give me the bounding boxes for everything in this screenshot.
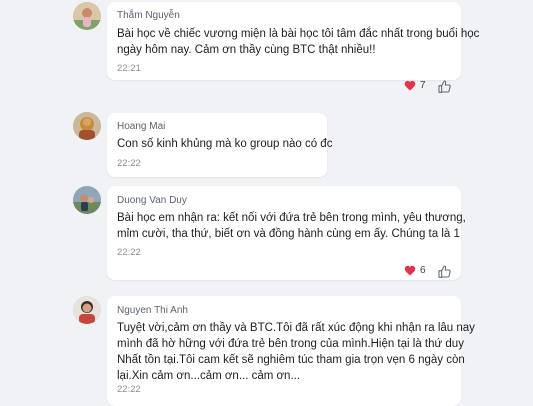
- avatar[interactable]: [73, 296, 101, 324]
- comment-text-line: Tuyệt vời,cảm ơn thầy và BTC.Tôi đã rất …: [117, 322, 475, 334]
- comment-text: Bài học về chiếc vương miện là bài học t…: [117, 26, 479, 58]
- comment-timestamp: 22:22: [117, 384, 141, 395]
- comment-text-line: Bài học về chiếc vương miện là bài học t…: [117, 28, 480, 40]
- heart-icon: [404, 265, 416, 276]
- comment-bubble: Nguyen Thi Anh Tuyệt vời,cảm ơn thầy và …: [107, 296, 475, 406]
- comment-author[interactable]: Duong Van Duy: [117, 195, 187, 206]
- comment-text-line: mình đã hờ hững với đứa trẻ bên trong củ…: [117, 338, 464, 350]
- comment-text-line: lại.Xin cảm ơn...cảm ơn... cảm ơn...: [117, 370, 301, 382]
- avatar[interactable]: [73, 186, 101, 214]
- comment-text-line: Nhất tồn tại.Tôi cam kết sẽ nghiêm túc t…: [117, 354, 465, 366]
- comment-author[interactable]: Hoang Mai: [117, 121, 165, 132]
- reaction-summary[interactable]: 7: [404, 80, 426, 91]
- comment-author[interactable]: Nguyen Thi Anh: [117, 305, 188, 316]
- comment-text-line: ngày hôm nay. Cảm ơn thầy cùng BTC thật …: [117, 44, 376, 56]
- like-icon[interactable]: [437, 264, 453, 280]
- comment-text-line: mỉm cười, tha thứ, biết ơn và đồng hành …: [117, 228, 460, 240]
- comment-timestamp: 22:22: [117, 247, 141, 258]
- heart-icon: [404, 80, 416, 91]
- comment-timestamp: 22:21: [117, 63, 141, 74]
- comment-text: Tuyệt vời,cảm ơn thầy và BTC.Tôi đã rất …: [117, 320, 475, 384]
- comment-text-line: Con số kinh khủng mà ko group nào có đc: [117, 138, 333, 150]
- comment-bubble: Thắm Nguyễn Bài học về chiếc vương miện …: [107, 2, 479, 80]
- avatar[interactable]: [73, 112, 101, 140]
- comment-text-line: Bài học em nhận ra: kết nối với đứa trẻ …: [117, 212, 466, 224]
- comment-author[interactable]: Thắm Nguyễn: [117, 10, 180, 21]
- comment-timestamp: 22:22: [117, 158, 141, 169]
- comment-feed: Thắm Nguyễn Bài học về chiếc vương miện …: [0, 0, 533, 406]
- like-icon[interactable]: [437, 79, 453, 95]
- comment-text: Con số kinh khủng mà ko group nào có đc: [117, 136, 332, 152]
- comment-bubble: Hoang Mai Con số kinh khủng mà ko group …: [107, 113, 332, 177]
- reaction-count-text: 6: [420, 265, 426, 276]
- avatar[interactable]: [73, 2, 101, 30]
- reaction-count-text: 7: [420, 80, 426, 91]
- reaction-summary[interactable]: 6: [404, 265, 426, 276]
- comment-text: Bài học em nhận ra: kết nối với đứa trẻ …: [117, 210, 466, 242]
